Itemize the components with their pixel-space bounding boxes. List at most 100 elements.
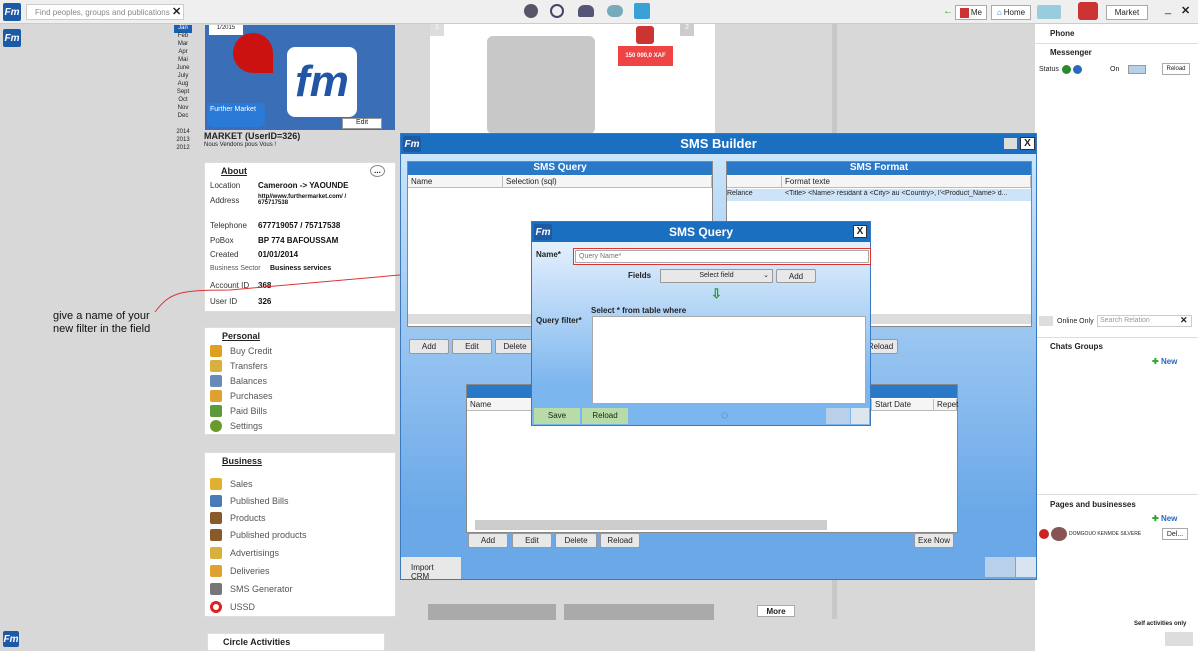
menu-ussd[interactable]: USSD <box>210 598 307 616</box>
contact-name[interactable]: DOMGOUO KENMOE SILVERE <box>1069 531 1141 537</box>
online-only-checkbox[interactable] <box>1039 316 1053 326</box>
col-name[interactable]: Name <box>408 176 503 188</box>
month-item[interactable]: Mar <box>174 41 192 49</box>
builder-close-button[interactable]: X <box>1020 137 1035 150</box>
import-crm-button[interactable]: Import CRM <box>401 557 461 581</box>
dialog-footer-button[interactable] <box>826 408 850 424</box>
menu-sms-generator[interactable]: SMS Generator <box>210 580 307 598</box>
sync-icon[interactable] <box>1037 5 1061 19</box>
globe-icon[interactable] <box>550 4 564 18</box>
col-selection[interactable]: Selection (sql) <box>503 176 712 188</box>
menu-transfers[interactable]: Transfers <box>210 358 273 373</box>
month-item[interactable]: Nov <box>174 105 192 113</box>
sidebar-logo[interactable]: Fm <box>3 29 21 47</box>
contact-avatar[interactable] <box>1051 527 1067 541</box>
menu-balances[interactable]: Balances <box>210 373 273 388</box>
more-button[interactable]: More <box>757 605 795 617</box>
basket-icon[interactable] <box>634 3 650 19</box>
add-field-button[interactable]: Add <box>776 269 816 283</box>
format-row[interactable]: Relance <Title> <Name> résidant à <City>… <box>727 189 1031 201</box>
dialog-footer-button[interactable] <box>851 408 869 424</box>
schedule-edit-button[interactable]: Edit <box>512 533 552 548</box>
menu-settings[interactable]: Settings <box>210 418 273 433</box>
menu-products[interactable]: Products <box>210 509 307 526</box>
month-item[interactable]: June <box>174 65 192 73</box>
format-row-text: <Title> <Name> résidant à <City> au <Cou… <box>785 190 1008 197</box>
schedule-reload-button[interactable]: Reload <box>600 533 640 548</box>
builder-footer-button[interactable] <box>1016 557 1036 577</box>
month-item[interactable]: Oct <box>174 97 192 105</box>
menu-advertisings[interactable]: Advertisings <box>210 543 307 562</box>
select-statement: Select * from table where <box>591 306 687 315</box>
new-chat-button[interactable]: ✚ New <box>1152 357 1177 366</box>
basket-icon[interactable] <box>636 26 654 44</box>
query-filter-input[interactable] <box>592 316 866 404</box>
home-button[interactable]: ⌂ Home <box>991 5 1031 20</box>
month-item[interactable]: Aug <box>174 81 192 89</box>
menu-published-bills[interactable]: Published Bills <box>210 492 307 509</box>
status-toggle[interactable] <box>1128 65 1146 74</box>
about-more-button[interactable]: ... <box>370 165 385 177</box>
dialog-close-button[interactable]: X <box>853 225 867 238</box>
search-relation-input[interactable]: Search Relation <box>1097 315 1192 327</box>
menu-sales[interactable]: Sales <box>210 475 307 492</box>
people-icon[interactable] <box>578 5 594 17</box>
pobox-label: PoBox <box>210 236 234 245</box>
me-button[interactable]: Me <box>955 5 987 20</box>
format-row-name: Relance <box>727 190 753 197</box>
month-item[interactable]: July <box>174 73 192 81</box>
year-item[interactable]: 2013 <box>174 137 192 145</box>
menu-deliveries[interactable]: Deliveries <box>210 562 307 580</box>
year-item[interactable]: 2014 <box>174 129 192 137</box>
fields-label: Fields <box>628 271 652 280</box>
bottom-toggle[interactable] <box>1165 632 1193 646</box>
exe-now-button[interactable]: Exe Now <box>914 533 954 548</box>
query-name-field-frame <box>573 248 871 265</box>
save-button[interactable]: Save <box>534 408 580 424</box>
close-window-button[interactable]: ✕ <box>1181 4 1190 17</box>
menu-buy-credit[interactable]: Buy Credit <box>210 343 273 358</box>
dialog-reload-button[interactable]: Reload <box>582 408 628 424</box>
field-select[interactable]: Select field ⌄ <box>660 269 773 283</box>
product-index-1: 1 <box>430 24 444 36</box>
back-arrow-icon[interactable]: ← <box>943 6 953 17</box>
chat-icon[interactable] <box>607 5 623 17</box>
money-icon[interactable] <box>524 4 538 18</box>
col-repeat[interactable]: Repet <box>934 399 958 411</box>
month-item[interactable]: Dec <box>174 113 192 121</box>
col-format-name[interactable] <box>727 176 782 188</box>
minimize-button[interactable]: _ <box>1165 3 1171 15</box>
month-item[interactable]: Jan <box>174 25 192 33</box>
menu-purchases[interactable]: Purchases <box>210 388 273 403</box>
query-edit-button[interactable]: Edit <box>452 339 492 354</box>
new-page-button[interactable]: ✚ New <box>1152 514 1177 523</box>
builder-footer-button[interactable] <box>985 557 1015 577</box>
menu-published-products[interactable]: Published products <box>210 526 307 543</box>
messenger-reload-button[interactable]: Reload <box>1162 63 1190 75</box>
schedule-hscrollbar[interactable] <box>475 520 827 530</box>
col-start-date[interactable]: Start Date <box>872 399 934 411</box>
month-item[interactable]: Feb <box>174 33 192 41</box>
schedule-add-button[interactable]: Add <box>468 533 508 548</box>
clear-relation-icon[interactable]: ✕ <box>1180 315 1188 326</box>
app-logo[interactable]: Fm <box>3 3 21 21</box>
year-item[interactable]: 2012 <box>174 145 192 153</box>
query-add-button[interactable]: Add <box>409 339 449 354</box>
month-item[interactable]: Sept <box>174 89 192 97</box>
clear-search-icon[interactable]: ✕ <box>172 5 181 18</box>
month-item[interactable]: Mai <box>174 57 192 65</box>
footer-logo[interactable]: Fm <box>3 631 19 647</box>
menu-paid-bills[interactable]: Paid Bills <box>210 403 273 418</box>
query-name-input[interactable] <box>575 250 869 263</box>
product-card[interactable]: 1 2 150 000,0 XAF <box>430 24 715 134</box>
delete-contact-button[interactable]: Del... <box>1162 528 1188 540</box>
query-delete-button[interactable]: Delete <box>495 339 535 354</box>
cart-icon[interactable] <box>1078 2 1098 20</box>
builder-minimize-button[interactable] <box>1004 138 1017 149</box>
search-input[interactable]: Find peoples, groups and publications <box>26 4 184 20</box>
month-item[interactable]: Apr <box>174 49 192 57</box>
edit-profile-button[interactable]: Edit <box>342 118 382 129</box>
col-format-text[interactable]: Format texte <box>782 176 1031 188</box>
schedule-delete-button[interactable]: Delete <box>555 533 597 548</box>
market-button[interactable]: Market <box>1106 5 1148 20</box>
